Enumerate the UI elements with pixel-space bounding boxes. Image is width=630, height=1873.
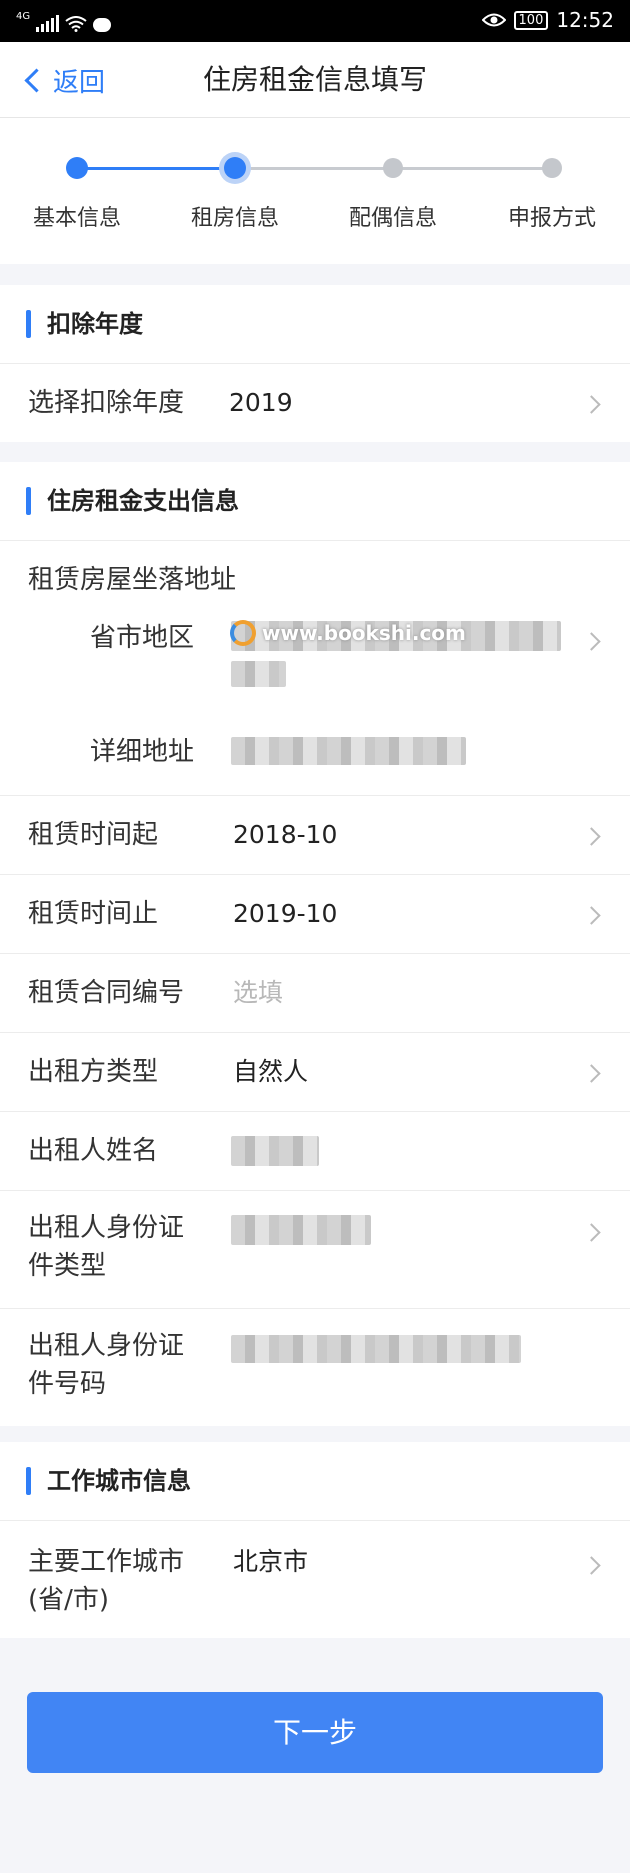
section-accent-bar bbox=[26, 1467, 31, 1495]
lessor-name-input[interactable] bbox=[225, 1126, 425, 1176]
lessor-type-label: 出租方类型 bbox=[28, 1057, 159, 1087]
contract-number-input[interactable]: 选填 bbox=[233, 974, 283, 1012]
lessor-id-number-input[interactable] bbox=[225, 1327, 615, 1377]
step-dot-4 bbox=[542, 158, 562, 178]
signal-icon bbox=[36, 14, 60, 32]
detail-address-label: 详细地址 bbox=[90, 737, 195, 767]
section-title: 工作城市信息 bbox=[47, 1467, 191, 1495]
detail-value-redacted bbox=[231, 737, 466, 765]
section-rent-info: 住房租金支出信息 租赁房屋坐落地址 省市地区 详细地址 租赁时间起 2018-1… bbox=[0, 462, 630, 1426]
lessor-id-number-row: 出租人身份证 件号码 bbox=[0, 1309, 630, 1426]
region-value-redacted bbox=[231, 661, 286, 687]
lessor-id-number-label: 出租人身份证 件号码 bbox=[28, 1327, 184, 1403]
year-label: 选择扣除年度 bbox=[28, 388, 185, 418]
lessor-id-type-row[interactable]: 出租人身份证 件类型 bbox=[0, 1191, 630, 1309]
step-dot-1 bbox=[66, 157, 88, 179]
battery-icon: 100 bbox=[513, 10, 549, 30]
end-date-label: 租赁时间止 bbox=[28, 899, 159, 929]
work-city-row[interactable]: 主要工作城市 (省/市) 北京市 bbox=[0, 1521, 630, 1638]
chevron-right-icon bbox=[582, 1223, 601, 1242]
start-date-label: 租赁时间起 bbox=[28, 820, 159, 850]
lessor-name-label: 出租人姓名 bbox=[28, 1136, 159, 1166]
work-city-value: 北京市 bbox=[233, 1547, 309, 1576]
work-city-label-line1: 主要工作城市 bbox=[28, 1547, 185, 1577]
lessor-id-type-label-line2: 件类型 bbox=[28, 1251, 107, 1281]
section-header: 扣除年度 bbox=[0, 285, 630, 364]
chevron-right-icon bbox=[582, 1556, 601, 1575]
section-work-city: 工作城市信息 主要工作城市 (省/市) 北京市 bbox=[0, 1442, 630, 1638]
wifi-icon bbox=[65, 16, 87, 32]
year-select-row[interactable]: 选择扣除年度 2019 bbox=[0, 364, 630, 442]
lessor-id-number-redacted bbox=[231, 1335, 521, 1363]
chevron-right-icon bbox=[582, 1064, 601, 1083]
end-date-row[interactable]: 租赁时间止 2019-10 bbox=[0, 875, 630, 954]
chevron-right-icon bbox=[582, 395, 601, 414]
nav-header: 返回 住房租金信息填写 bbox=[0, 42, 630, 118]
end-date-value: 2019-10 bbox=[233, 899, 338, 928]
page-title: 住房租金信息填写 bbox=[202, 63, 427, 96]
step-label-rent: 租房信息 bbox=[190, 206, 279, 231]
chevron-right-icon bbox=[582, 632, 601, 651]
step-dot-2 bbox=[224, 157, 246, 179]
year-value: 2019 bbox=[229, 388, 293, 417]
network-type: 4G bbox=[16, 11, 31, 22]
clock: 12:52 bbox=[556, 8, 614, 32]
section-header: 住房租金支出信息 bbox=[0, 462, 630, 541]
section-accent-bar bbox=[26, 310, 31, 338]
lessor-name-redacted bbox=[231, 1136, 319, 1166]
step-dot-3 bbox=[383, 158, 403, 178]
lessor-type-value: 自然人 bbox=[233, 1057, 309, 1086]
address-group: 租赁房屋坐落地址 省市地区 详细地址 bbox=[0, 541, 630, 796]
message-icon bbox=[93, 18, 112, 32]
eye-icon bbox=[481, 13, 506, 27]
chevron-right-icon bbox=[582, 906, 601, 925]
step-connector bbox=[77, 167, 235, 170]
watermark: www.bookshi.com bbox=[230, 620, 466, 646]
lessor-id-type-label: 出租人身份证 件类型 bbox=[28, 1209, 184, 1285]
section-title: 住房租金支出信息 bbox=[47, 487, 239, 515]
progress-steps: 基本信息 租房信息 配偶信息 申报方式 bbox=[0, 118, 630, 264]
lessor-type-row[interactable]: 出租方类型 自然人 bbox=[0, 1033, 630, 1112]
section-title: 扣除年度 bbox=[47, 310, 143, 338]
step-label-method: 申报方式 bbox=[507, 206, 596, 231]
start-date-row[interactable]: 租赁时间起 2018-10 bbox=[0, 796, 630, 875]
next-step-button[interactable]: 下一步 bbox=[27, 1692, 603, 1773]
detail-address-input[interactable] bbox=[225, 727, 615, 777]
lessor-id-number-label-line2: 件号码 bbox=[28, 1369, 107, 1399]
step-label-spouse: 配偶信息 bbox=[348, 206, 437, 231]
watermark-logo-icon bbox=[230, 620, 256, 646]
status-bar: 4G 100 12:52 bbox=[0, 0, 630, 42]
step-label-basic: 基本信息 bbox=[32, 206, 121, 231]
section-deduction-year: 扣除年度 选择扣除年度 2019 bbox=[0, 285, 630, 442]
start-date-value: 2018-10 bbox=[233, 820, 338, 849]
lessor-id-type-redacted bbox=[231, 1215, 371, 1245]
lessor-id-type-label-line1: 出租人身份证 bbox=[28, 1213, 185, 1243]
chevron-right-icon bbox=[582, 827, 601, 846]
section-accent-bar bbox=[26, 487, 31, 515]
work-city-label: 主要工作城市 (省/市) bbox=[28, 1543, 184, 1619]
region-label: 省市地区 bbox=[90, 623, 195, 653]
lessor-id-number-label-line1: 出租人身份证 bbox=[28, 1331, 185, 1361]
lessor-name-row: 出租人姓名 bbox=[0, 1112, 630, 1191]
section-header: 工作城市信息 bbox=[0, 1442, 630, 1521]
address-group-label: 租赁房屋坐落地址 bbox=[28, 565, 237, 595]
contract-number-row: 租赁合同编号 选填 bbox=[0, 954, 630, 1033]
contract-number-label: 租赁合同编号 bbox=[28, 978, 185, 1008]
work-city-label-line2: (省/市) bbox=[28, 1585, 110, 1615]
watermark-text: www.bookshi.com bbox=[262, 621, 466, 645]
